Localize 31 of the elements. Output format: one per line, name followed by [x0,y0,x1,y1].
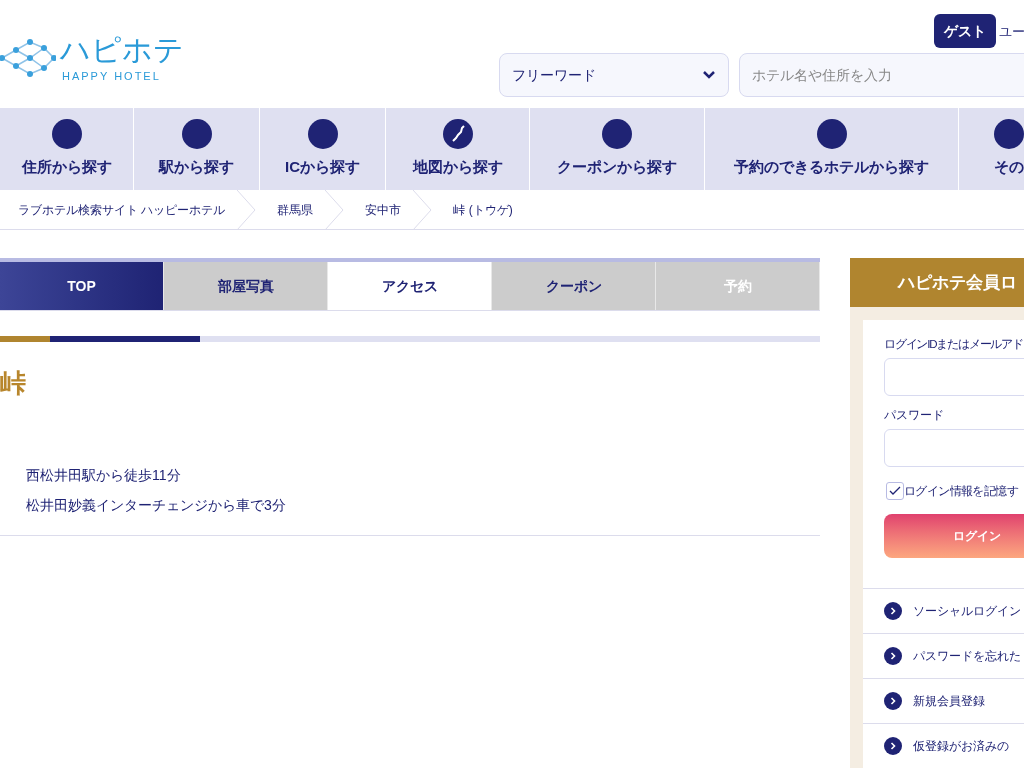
nav-item[interactable]: 予約のできるホテルから探す [705,108,959,190]
tab[interactable]: TOP [0,262,164,310]
remember-label: ログイン情報を記憶す [904,483,1018,499]
breadcrumb-link[interactable]: ラブホテル検索サイト ハッピーホテル [0,200,226,219]
breadcrumb-link[interactable]: 安中市 [355,200,402,219]
access-text: 松井田妙義インターチェンジから車で3分 [26,496,287,515]
field-label: パスワード [884,407,945,425]
access-text: 西松井田駅から徒歩11分 [26,466,182,485]
breadcrumb-link[interactable]: 峠 (トウゲ) [443,200,513,219]
nav-item[interactable]: 地図から探す [386,108,530,190]
nav-item[interactable]: その [959,108,1024,190]
logo-title: ハピホテ [60,34,184,66]
nav-item[interactable]: 駅から探す [134,108,260,190]
nav-item[interactable]: クーポンから探す [530,108,705,190]
breadcrumb-link[interactable]: 群馬県 [267,200,314,219]
tab[interactable]: クーポン [492,262,656,310]
user-link[interactable]: ユー [999,22,1024,42]
field-label: ログインIDまたはメールアド [884,337,1024,352]
search-type-select[interactable]: フリーワード [499,53,729,97]
nav-item[interactable]: 住所から探す [0,108,134,190]
nav-item[interactable]: ICから探す [260,108,386,190]
guest-badge: ゲスト [934,14,996,48]
login-header: ハピホテ会員ロ [850,258,1024,307]
logo-subtitle: HAPPY HOTEL [62,69,161,84]
login-menu-link[interactable]: 仮登録がお済みの [863,723,1024,768]
tab[interactable]: 部屋写真 [164,262,328,310]
hotel-name: 峠 [0,367,27,400]
login-menu-link[interactable]: パスワードを忘れた [863,633,1024,679]
search-field[interactable]: ホテル名や住所を入力 [739,53,1024,97]
login-menu-link[interactable]: 新規会員登録 [863,678,1024,724]
login-menu-link[interactable]: ソーシャルログイン [863,588,1024,634]
